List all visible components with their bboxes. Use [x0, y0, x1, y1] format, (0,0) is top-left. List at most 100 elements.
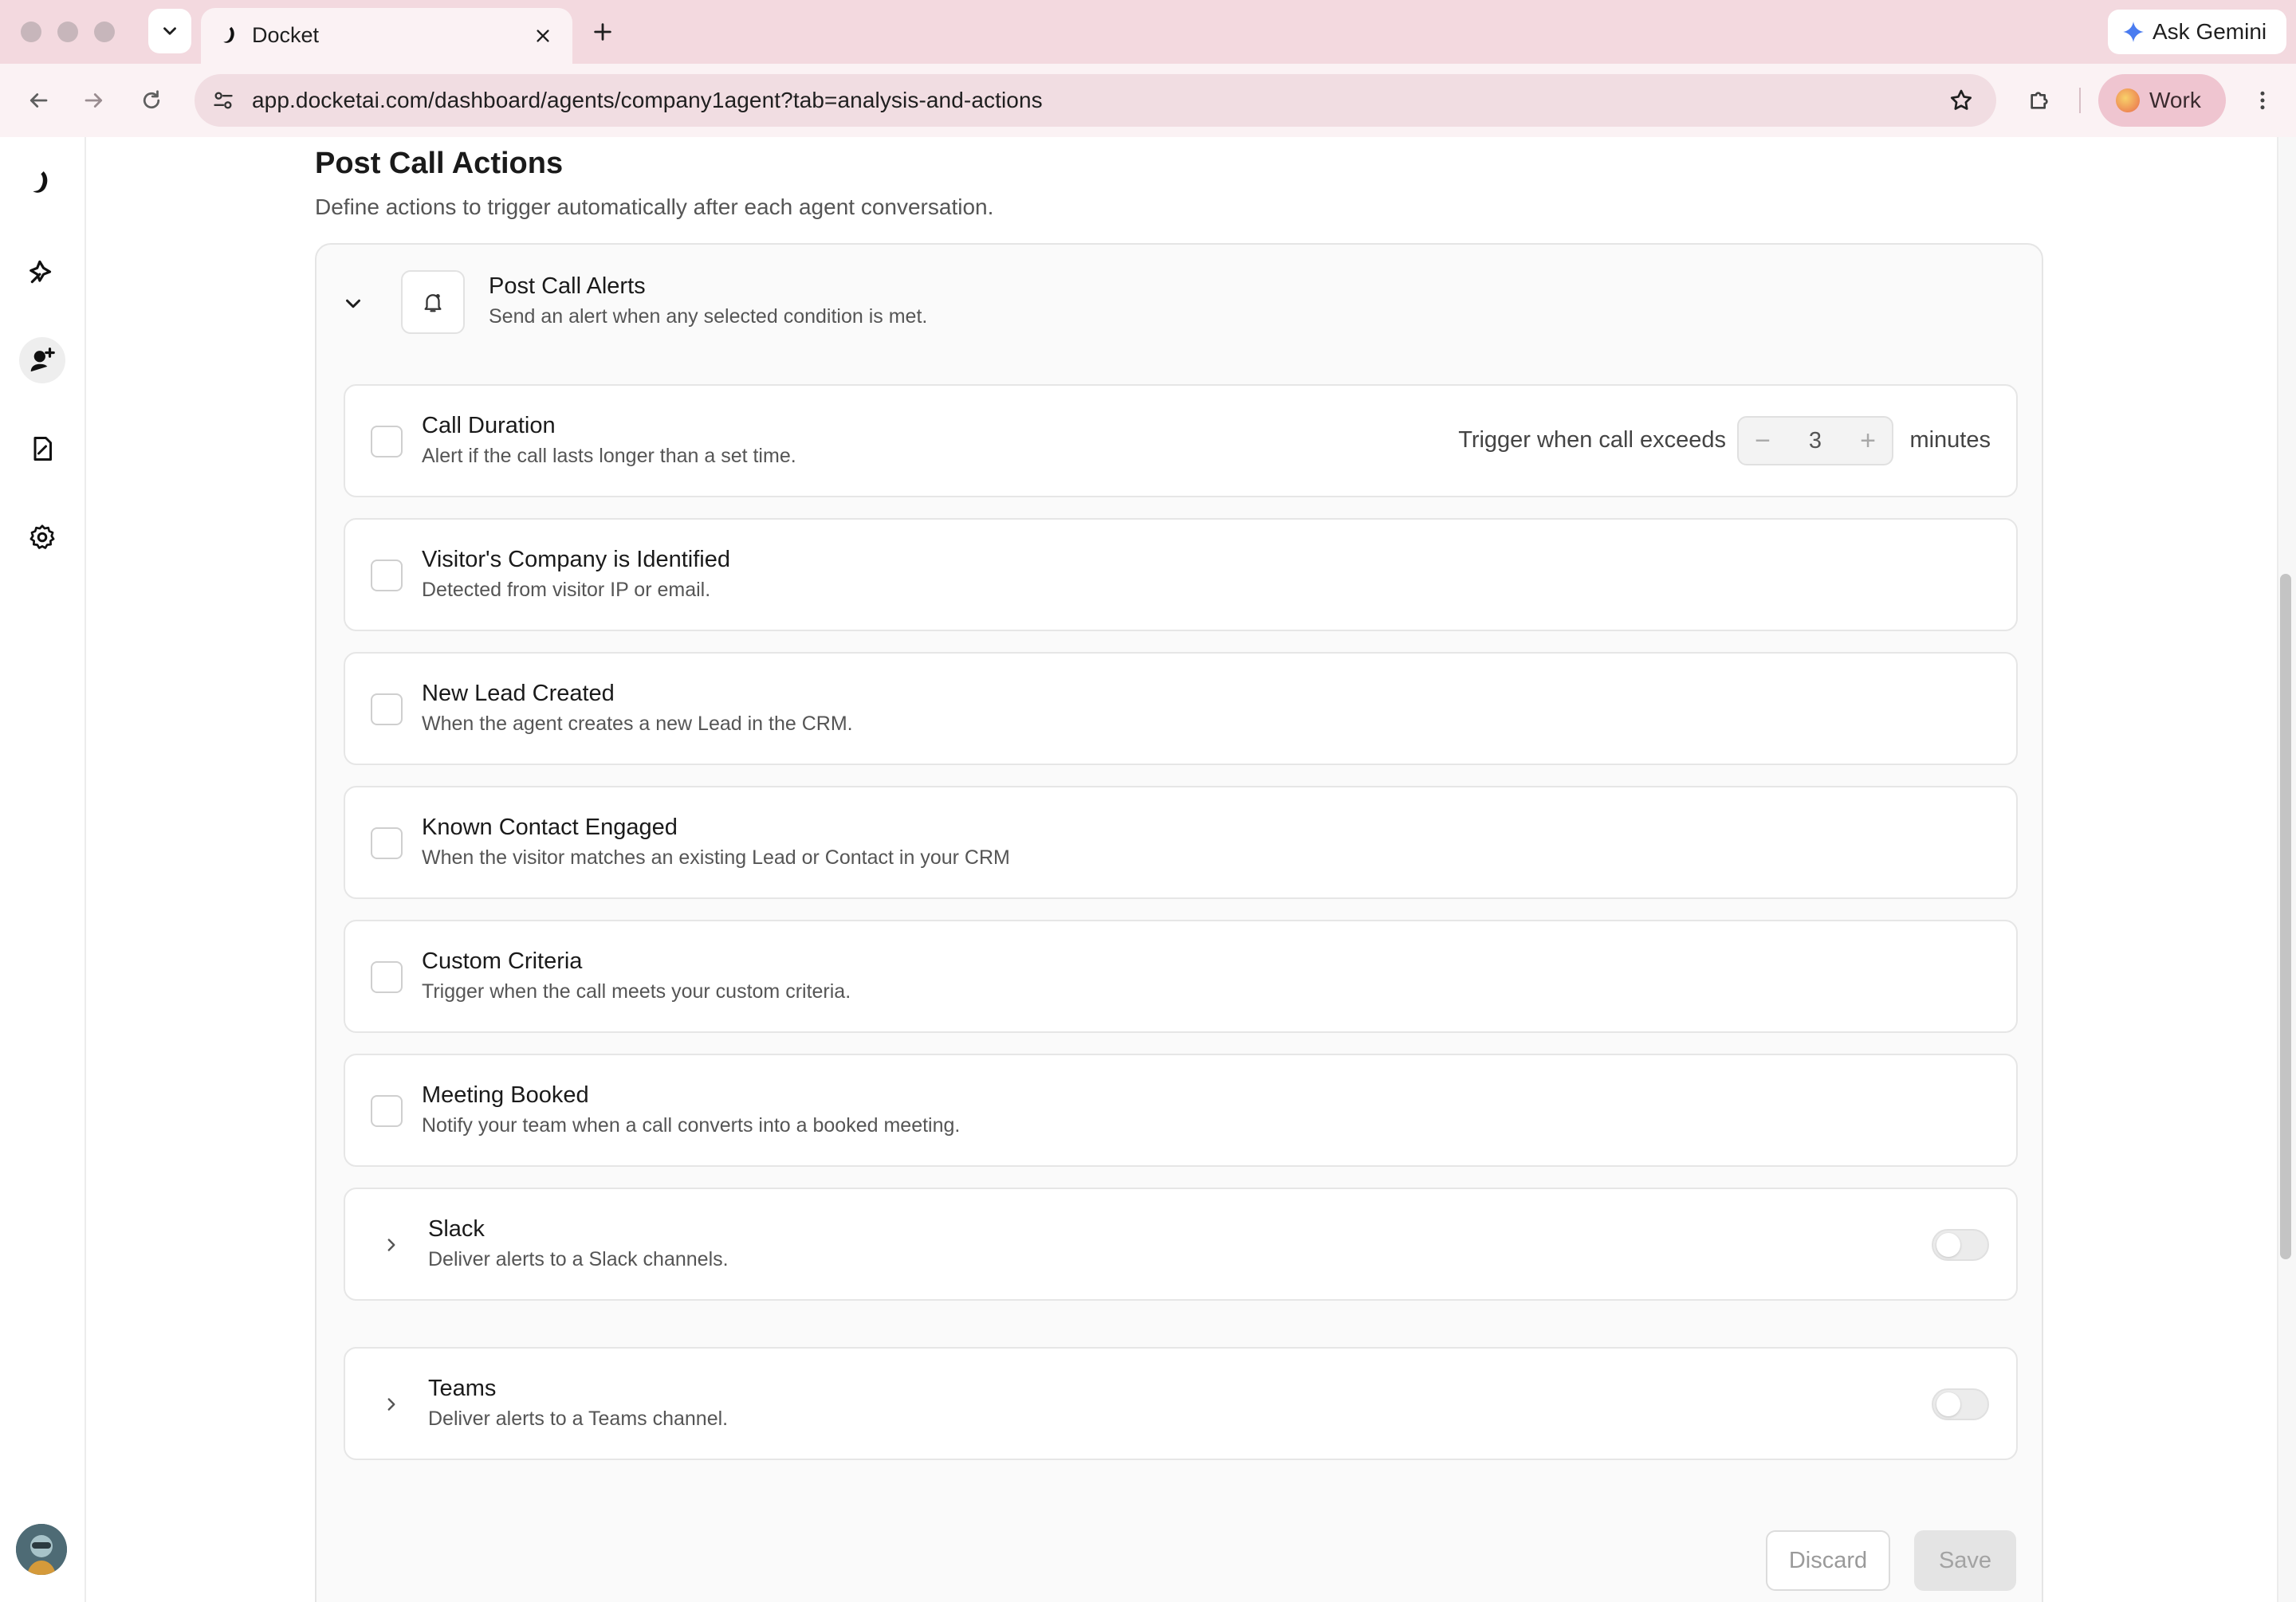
section-description: Define actions to trigger automatically … [315, 194, 994, 219]
condition-title: Call Duration [422, 413, 556, 438]
integration-subtitle: Deliver alerts to a Teams channel. [428, 1408, 729, 1430]
tune-icon [214, 92, 233, 109]
save-button[interactable]: Save [1914, 1530, 2016, 1591]
duration-value[interactable]: 3 [1787, 428, 1844, 454]
forward-button[interactable] [77, 83, 112, 118]
more-vertical-icon [2260, 91, 2265, 110]
gemini-sparkle-icon [2123, 22, 2144, 42]
user-add-icon [30, 347, 55, 372]
condition-known-contact: Known Contact Engaged When the visitor m… [344, 786, 2018, 899]
scrollbar-thumb[interactable] [2280, 574, 2291, 1259]
chevron-down-icon [163, 27, 176, 35]
integration-subtitle: Deliver alerts to a Slack channels. [428, 1248, 729, 1270]
browser-menu-button[interactable] [2245, 83, 2280, 118]
new-tab-button[interactable] [587, 16, 619, 48]
tab-close-button[interactable] [528, 21, 558, 51]
user-avatar[interactable] [16, 1524, 67, 1575]
condition-meeting-booked: Meeting Booked Notify your team when a c… [344, 1054, 2018, 1167]
arrow-right-icon [85, 93, 103, 108]
url-text[interactable]: app.docketai.com/dashboard/agents/compan… [252, 88, 1043, 113]
bookmark-button[interactable] [1945, 84, 1977, 116]
browser-tab[interactable]: Docket [201, 8, 572, 64]
integration-teams[interactable]: Teams Deliver alerts to a Teams channel. [344, 1347, 2018, 1460]
profile-button[interactable]: Work [2098, 74, 2226, 127]
page-viewport: Post Call Actions Define actions to trig… [0, 137, 2296, 1602]
new-lead-checkbox[interactable] [371, 693, 403, 725]
integration-slack[interactable]: Slack Deliver alerts to a Slack channels… [344, 1188, 2018, 1301]
ask-gemini-label: Ask Gemini [2152, 19, 2267, 44]
duration-units: minutes [1909, 427, 1991, 453]
known-contact-checkbox[interactable] [371, 827, 403, 859]
call-duration-checkbox[interactable] [371, 426, 403, 457]
condition-title: Meeting Booked [422, 1082, 589, 1108]
panel-title: Post Call Alerts [489, 273, 646, 299]
discard-button[interactable]: Discard [1766, 1530, 1890, 1591]
ask-gemini-button[interactable]: Ask Gemini [2108, 10, 2286, 54]
bell-icon [424, 294, 442, 312]
increment-button[interactable]: + [1844, 418, 1892, 464]
section-title: Post Call Actions [315, 147, 564, 180]
condition-subtitle: Alert if the call lasts longer than a se… [422, 445, 796, 467]
teams-toggle[interactable] [1932, 1388, 1989, 1420]
sidebar-item-settings[interactable] [19, 514, 65, 560]
slack-toggle[interactable] [1932, 1229, 1989, 1261]
condition-subtitle: Notify your team when a call converts in… [422, 1114, 961, 1137]
browser-toolbar: app.docketai.com/dashboard/agents/compan… [0, 64, 2296, 137]
chevron-down-icon [346, 299, 360, 308]
window-zoom-button[interactable] [94, 22, 115, 42]
condition-title: Visitor's Company is Identified [422, 547, 731, 572]
puzzle-icon [2031, 92, 2048, 109]
tab-strip: Docket Ask Gemini [0, 0, 2296, 64]
condition-title: Custom Criteria [422, 948, 583, 974]
toggle-knob [1936, 1392, 1960, 1416]
tab-title: Docket [252, 23, 320, 47]
extensions-button[interactable] [2022, 83, 2057, 118]
window-close-button[interactable] [21, 22, 41, 42]
reload-icon [143, 90, 160, 109]
sidebar-item-documents[interactable] [19, 426, 65, 472]
back-button[interactable] [21, 83, 56, 118]
condition-new-lead: New Lead Created When the agent creates … [344, 652, 2018, 765]
app-sidebar [0, 137, 86, 1602]
toolbar-divider [2079, 88, 2081, 113]
collapse-alerts-button[interactable] [337, 288, 369, 320]
panel-subtitle: Send an alert when any selected conditio… [489, 305, 928, 328]
agents-icon [29, 260, 52, 284]
sidebar-item-agents[interactable] [19, 249, 65, 295]
custom-criteria-checkbox[interactable] [371, 961, 403, 993]
condition-subtitle: When the visitor matches an existing Lea… [422, 846, 1010, 869]
chevron-right-icon [387, 1398, 395, 1411]
decrement-button[interactable]: − [1739, 418, 1787, 464]
condition-custom-criteria: Custom Criteria Trigger when the call me… [344, 920, 2018, 1033]
docs-icon [33, 437, 52, 461]
address-bar[interactable]: app.docketai.com/dashboard/agents/compan… [195, 74, 1996, 127]
duration-stepper: − 3 + [1737, 416, 1893, 465]
trigger-label: Trigger when call exceeds [1458, 427, 1726, 453]
gear-icon [29, 524, 55, 549]
site-info-button[interactable] [207, 84, 239, 116]
user-avatar-image-icon [16, 1524, 67, 1575]
docket-logo-icon [33, 171, 48, 193]
condition-subtitle: When the agent creates a new Lead in the… [422, 713, 853, 735]
condition-title: Known Contact Engaged [422, 815, 678, 840]
sidebar-item-home[interactable] [19, 160, 65, 206]
docket-favicon-icon [223, 26, 234, 43]
window-minimize-button[interactable] [57, 22, 78, 42]
expand-slack-button[interactable] [375, 1229, 407, 1261]
reload-button[interactable] [134, 83, 169, 118]
condition-company-identified: Visitor's Company is Identified Detected… [344, 518, 2018, 631]
profile-avatar-icon [2116, 88, 2140, 112]
arrow-left-icon [29, 93, 48, 108]
integration-title: Slack [428, 1216, 485, 1242]
sidebar-item-contacts[interactable] [19, 337, 65, 383]
company-identified-checkbox[interactable] [371, 560, 403, 591]
toggle-knob [1936, 1233, 1960, 1257]
profile-label: Work [2149, 88, 2201, 112]
post-call-alerts-panel: Post Call Alerts Send an alert when any … [315, 243, 2043, 1602]
meeting-booked-checkbox[interactable] [371, 1095, 403, 1127]
close-icon [537, 29, 549, 42]
condition-call-duration: Call Duration Alert if the call lasts lo… [344, 384, 2018, 497]
tab-search-button[interactable] [148, 9, 191, 53]
plus-icon [594, 23, 611, 41]
expand-teams-button[interactable] [375, 1388, 407, 1420]
